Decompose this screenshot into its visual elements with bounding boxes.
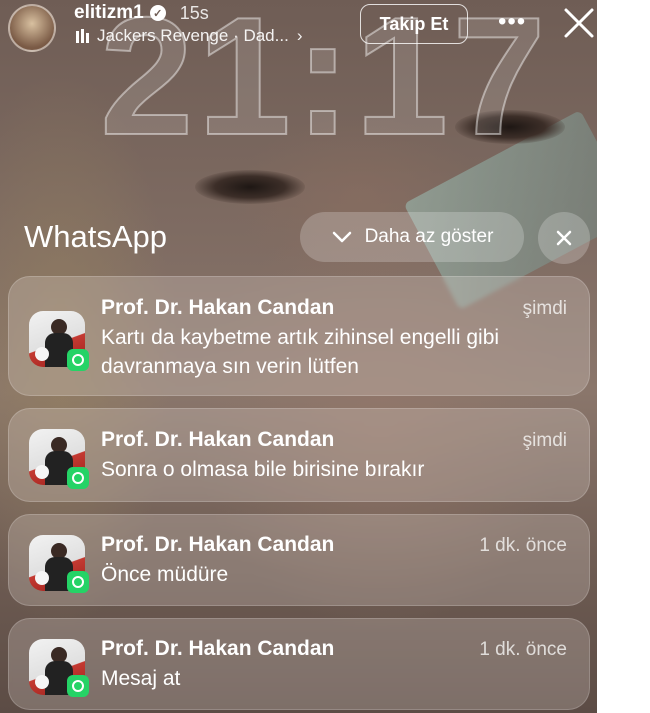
notification-sender: Prof. Dr. Hakan Candan	[101, 428, 335, 451]
notification-sender: Prof. Dr. Hakan Candan	[101, 637, 335, 660]
notification-time: şimdi	[522, 298, 567, 319]
whatsapp-icon	[67, 571, 89, 593]
notification-sender: Prof. Dr. Hakan Candan	[101, 296, 335, 319]
notification-card[interactable]: Prof. Dr. Hakan Candan şimdi Kartı da ka…	[8, 276, 590, 396]
clear-notifications-button[interactable]	[538, 212, 590, 264]
notification-card[interactable]: Prof. Dr. Hakan Candan 1 dk. önce Mesaj …	[8, 618, 590, 710]
story-viewer: 21:17 elitizm1 ✓ 15s Jackers Revenge · D…	[0, 0, 597, 713]
notification-time: 1 dk. önce	[479, 639, 567, 660]
background-eye-left	[195, 170, 305, 204]
chevron-down-icon	[332, 231, 351, 243]
show-less-label: Daha az göster	[364, 226, 494, 247]
notification-sender: Prof. Dr. Hakan Candan	[101, 533, 335, 556]
post-time: 15s	[179, 2, 209, 23]
notification-time: 1 dk. önce	[479, 535, 567, 556]
notification-card[interactable]: Prof. Dr. Hakan Candan şimdi Sonra o olm…	[8, 408, 590, 502]
notification-time: şimdi	[522, 430, 567, 451]
more-icon[interactable]: •••	[498, 8, 526, 36]
story-user[interactable]: elitizm1 ✓ 15s	[74, 2, 209, 24]
notification-message: Mesaj at	[101, 667, 181, 690]
close-icon	[556, 230, 572, 246]
whatsapp-icon	[67, 467, 89, 489]
music-title[interactable]: Jackers Revenge · Dad...	[97, 26, 289, 46]
show-less-button[interactable]: Daha az göster	[300, 212, 524, 262]
notification-message: Kartı da kaybetme artık zihinsel engelli…	[101, 326, 500, 378]
notification-group-title: WhatsApp	[24, 219, 168, 254]
follow-button[interactable]: Takip Et	[360, 4, 468, 44]
chevron-right-icon: ›	[296, 26, 303, 45]
whatsapp-icon	[67, 349, 89, 371]
whatsapp-icon	[67, 675, 89, 697]
notification-message: Sonra o olmasa bile birisine bırakır	[101, 458, 425, 481]
lockscreen-clock: 21:17	[99, 0, 550, 170]
music-bars-icon	[76, 29, 89, 43]
music-info[interactable]: Jackers Revenge · Dad... ›	[76, 26, 302, 46]
verified-icon: ✓	[149, 5, 166, 21]
notification-message: Önce müdüre	[101, 563, 229, 586]
username[interactable]: elitizm1	[74, 2, 144, 24]
notification-card[interactable]: Prof. Dr. Hakan Candan 1 dk. önce Önce m…	[8, 514, 590, 606]
avatar[interactable]	[8, 4, 56, 52]
close-icon[interactable]	[560, 4, 597, 42]
